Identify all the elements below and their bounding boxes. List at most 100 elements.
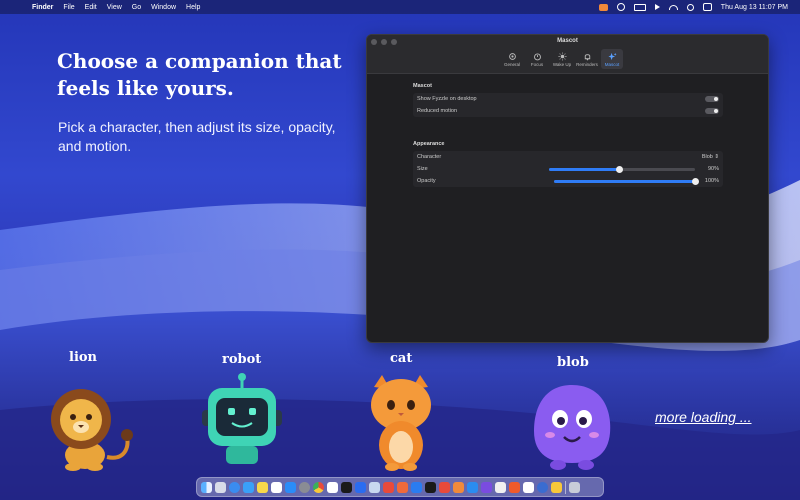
character-select[interactable]: Blob ⇕ [702,154,719,160]
terminal-icon[interactable] [341,481,352,493]
window-title: Mascot [557,38,578,44]
photos-icon[interactable] [523,481,534,493]
lion-mascot[interactable] [45,387,137,472]
menu-view[interactable]: View [107,4,122,11]
size-value: 90% [707,166,719,172]
vs-icon[interactable] [481,481,492,493]
reduced-motion-row: Reduced motion [413,105,723,117]
opacity-slider-knob[interactable] [691,178,699,185]
calendar-icon[interactable] [271,481,282,493]
reduced-motion-label: Reduced motion [417,108,458,114]
show-on-desktop-row: Show Fyzzle on desktop [413,93,723,105]
size-row: Size 90% [413,163,723,175]
tab-wake-up[interactable]: Wake Up [551,49,573,69]
tab-reminders[interactable]: Reminders [576,49,598,69]
blob-mascot[interactable] [528,381,616,471]
bell-icon [584,53,590,60]
globe-icon[interactable] [537,481,548,493]
app-icon-yellow[interactable] [551,481,562,493]
app-icon-orange[interactable] [453,481,464,493]
menu-go[interactable]: Go [132,4,141,11]
character-label-blob: blob [557,355,589,370]
character-label-lion: lion [69,350,97,365]
character-value: Blob [701,154,713,160]
tab-label: Reminders [576,61,598,67]
fox-status-icon[interactable] [598,3,608,11]
menu-help[interactable]: Help [186,4,200,11]
appearance-section: Appearance Character Blob ⇕ Size 90% Opa… [413,141,723,187]
dock [196,477,604,497]
figma-icon[interactable] [397,481,408,493]
menu-file[interactable]: File [63,4,74,11]
more-loading-link[interactable]: more loading ... [655,409,752,425]
chrome-icon[interactable] [313,481,324,493]
opacity-label: Opacity [417,178,436,184]
section-title: Appearance [413,141,445,147]
cursor-icon[interactable] [425,481,436,493]
desktop: Finder File Edit View Go Window Help Thu… [0,0,800,500]
sparkle-icon [607,52,617,60]
vscode-icon[interactable] [411,481,422,493]
opacity-value: 100% [704,178,719,184]
character-label: Character [417,154,442,160]
todoist-icon[interactable] [383,481,394,493]
menu-window[interactable]: Window [151,4,176,11]
window-titlebar[interactable]: Mascot General Focus Wake Up Reminders M… [367,35,768,74]
preview-icon[interactable] [369,481,380,493]
character-row: Character Blob ⇕ [413,151,723,163]
size-slider[interactable] [549,166,695,173]
timer-icon [533,53,541,60]
menu-app-name[interactable]: Finder [32,4,53,11]
tab-mascot[interactable]: Mascot [601,49,623,69]
mascot-card: Show Fyzzle on desktop Reduced motion [413,93,723,117]
reduced-motion-toggle[interactable] [705,108,719,114]
trash-icon[interactable] [569,481,580,493]
cat-mascot[interactable] [366,375,436,471]
tab-general[interactable]: General [501,49,523,69]
launchpad-icon[interactable] [215,481,226,493]
show-on-desktop-toggle[interactable] [705,96,719,102]
character-label-robot: robot [222,352,262,367]
search-icon[interactable] [686,3,694,11]
notion-icon[interactable] [495,481,506,493]
section-title: Mascot [413,83,432,89]
size-slider-fill [549,168,620,171]
menu-clock[interactable]: Thu Aug 13 11:07 PM [721,4,788,11]
settings-tabs: General Focus Wake Up Reminders Mascot [501,49,623,69]
xcode-icon[interactable] [355,481,366,493]
size-label: Size [417,166,428,172]
pie-status-icon[interactable] [616,3,625,11]
mail-icon[interactable] [243,481,254,493]
safari-icon[interactable] [229,481,240,493]
opacity-slider[interactable] [554,178,699,185]
play-status-icon[interactable] [654,4,660,10]
wifi-icon[interactable] [668,4,678,10]
tab-label: Wake Up [552,61,572,67]
hero-title: Choose a companion that feels like yours… [57,49,342,100]
notes-icon[interactable] [257,481,268,493]
robot-mascot[interactable] [198,372,286,468]
menu-bar: Finder File Edit View Go Window Help Thu… [0,0,800,14]
app-icon-red[interactable] [439,481,450,493]
size-slider-knob[interactable] [615,166,623,173]
show-on-desktop-label: Show Fyzzle on desktop [417,96,477,102]
tab-focus[interactable]: Focus [526,49,548,69]
tab-label: Focus [530,61,544,67]
opacity-row: Opacity 100% [413,175,723,187]
sun-icon [557,51,567,61]
docker-icon[interactable] [467,481,478,493]
brave-icon[interactable] [509,481,520,493]
menu-edit[interactable]: Edit [85,4,97,11]
appearance-card: Character Blob ⇕ Size 90% Opacity 100% [413,151,723,187]
battery-icon[interactable] [633,3,646,11]
control-center-icon[interactable] [702,3,712,11]
character-label-cat: cat [390,351,413,366]
app-store-icon[interactable] [285,481,296,493]
settings-icon[interactable] [299,481,310,493]
finder-icon[interactable] [201,481,212,493]
hero-subtitle: Pick a character, then adjust its size, … [58,119,336,154]
chevron-updown-icon: ⇕ [714,154,719,160]
tab-label: Mascot [604,61,620,67]
slack-icon[interactable] [327,481,338,493]
mascot-section: Mascot Show Fyzzle on desktop Reduced mo… [413,83,723,117]
